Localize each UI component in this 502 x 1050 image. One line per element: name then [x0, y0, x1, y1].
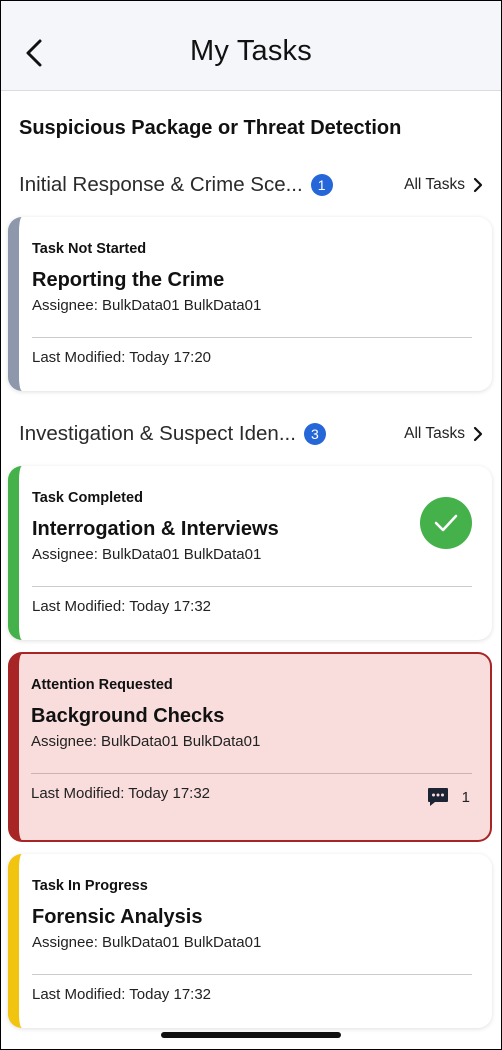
task-assignee: Assignee: BulkData01 BulkData01 — [32, 934, 262, 951]
task-last-modified: Last Modified: Today 17:20 — [32, 349, 212, 366]
divider — [32, 974, 472, 975]
all-tasks-link[interactable]: All Tasks — [404, 176, 485, 194]
task-last-modified: Last Modified: Today 17:32 — [32, 598, 212, 615]
task-status: Task Completed — [32, 490, 143, 506]
task-assignee: Assignee: BulkData01 BulkData01 — [32, 297, 262, 314]
divider — [31, 773, 472, 774]
task-name: Reporting the Crime — [32, 269, 225, 291]
task-count-badge: 1 — [310, 174, 333, 196]
all-tasks-label: All Tasks — [404, 425, 465, 442]
task-status: Task In Progress — [32, 878, 148, 894]
chevron-right-icon — [473, 426, 483, 442]
task-assignee: Assignee: BulkData01 BulkData01 — [31, 733, 261, 750]
task-card-forensic-analysis[interactable]: Task In Progress Forensic Analysis Assig… — [8, 854, 492, 1028]
task-card-interrogation-interviews[interactable]: Task Completed Interrogation & Interview… — [8, 466, 492, 640]
all-tasks-link[interactable]: All Tasks — [404, 425, 485, 443]
comment-count: 1 — [461, 788, 470, 806]
task-last-modified: Last Modified: Today 17:32 — [32, 986, 212, 1003]
task-name: Background Checks — [31, 705, 225, 727]
section-title: Investigation & Suspect Iden... — [19, 422, 296, 445]
task-status: Task Not Started — [32, 241, 147, 257]
app-screen: My Tasks Suspicious Package or Threat De… — [0, 0, 502, 1050]
task-card-reporting-the-crime[interactable]: Task Not Started Reporting the Crime Ass… — [8, 217, 492, 391]
comment-icon — [427, 788, 448, 806]
task-name: Interrogation & Interviews — [32, 518, 279, 540]
comments-button[interactable]: 1 — [426, 785, 470, 809]
divider — [32, 586, 472, 587]
task-last-modified: Last Modified: Today 17:32 — [31, 785, 211, 802]
section-header-investigation: Investigation & Suspect Iden... 3 All Ta… — [19, 419, 485, 449]
task-count-badge: 3 — [303, 423, 326, 445]
section-title: Initial Response & Crime Sce... — [19, 173, 303, 196]
task-status: Attention Requested — [31, 677, 173, 693]
page-title: My Tasks — [190, 35, 312, 67]
all-tasks-label: All Tasks — [404, 176, 465, 193]
check-circle-icon — [420, 497, 472, 549]
task-card-background-checks[interactable]: Attention Requested Background Checks As… — [8, 652, 492, 842]
task-name: Forensic Analysis — [32, 906, 203, 928]
chevron-right-icon — [473, 177, 483, 193]
section-header-initial-response: Initial Response & Crime Sce... 1 All Ta… — [19, 170, 485, 200]
divider — [32, 337, 472, 338]
workflow-title: Suspicious Package or Threat Detection — [19, 117, 402, 139]
home-indicator[interactable] — [161, 1032, 341, 1038]
header: My Tasks — [1, 1, 501, 91]
task-assignee: Assignee: BulkData01 BulkData01 — [32, 546, 262, 563]
